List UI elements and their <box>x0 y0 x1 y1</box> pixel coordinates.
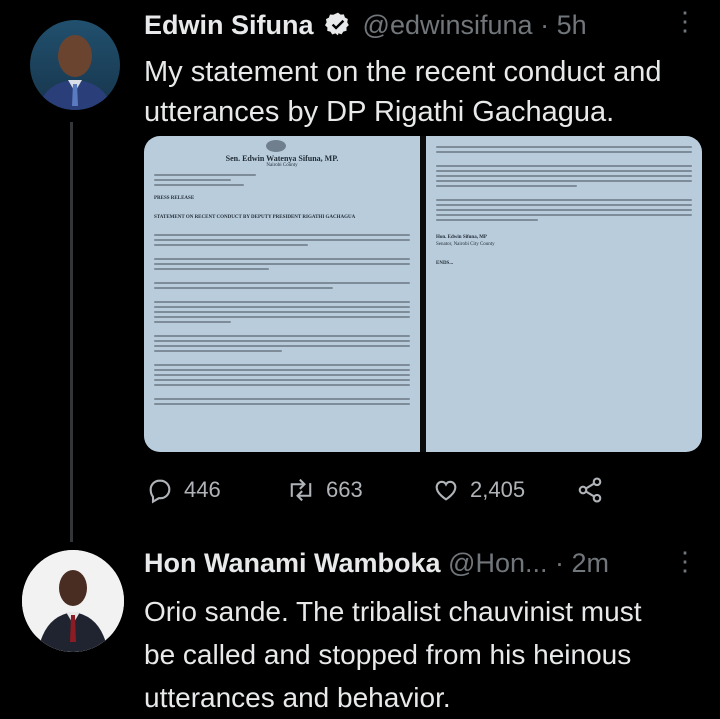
more-icon[interactable]: ⋮ <box>672 6 698 37</box>
reply-button[interactable]: 446 <box>146 476 221 504</box>
author-handle[interactable]: @edwinsifuna <box>363 10 533 40</box>
avatar-wanami-wamboka[interactable] <box>22 550 124 652</box>
author-name[interactable]: Edwin Sifuna <box>144 10 314 40</box>
tweet-time[interactable]: · 5h <box>540 10 587 40</box>
thread-line <box>70 122 73 542</box>
retweet-count: 663 <box>326 477 363 502</box>
coat-of-arms-icon <box>266 140 286 152</box>
doc-statement-title: STATEMENT ON RECENT CONDUCT BY DEPUTY PR… <box>154 215 356 220</box>
more-icon[interactable]: ⋮ <box>672 546 698 577</box>
avatar-edwin-sifuna[interactable] <box>30 20 120 110</box>
tweet2-text-line: be called and stopped from his heinous <box>144 639 632 670</box>
tweet1-header: Edwin Sifuna @edwinsifuna · 5h <box>144 10 587 41</box>
document-page-1: Sen. Edwin Watenya Sifuna, MP. Nairobi C… <box>144 136 420 452</box>
author-handle[interactable]: @Hon... <box>448 548 547 578</box>
doc-sender: Sen. Edwin Watenya Sifuna, MP. <box>225 154 339 163</box>
verified-icon <box>325 11 351 37</box>
reply-icon <box>146 476 174 504</box>
tweet1-actions: 446 663 2,405 <box>144 476 704 506</box>
tweet2-text: Orio sande. The tribalist chauvinist mus… <box>144 590 641 719</box>
tweet2-header: Hon Wanami Wamboka @Hon... · 2m <box>144 548 609 579</box>
doc-county: Nairobi County <box>266 163 298 168</box>
doc-ends: ENDS... <box>436 261 454 266</box>
share-button[interactable] <box>576 476 604 504</box>
like-count: 2,405 <box>470 477 526 502</box>
author-name[interactable]: Hon Wanami Wamboka <box>144 548 441 578</box>
retweet-button[interactable]: 663 <box>286 476 363 504</box>
tweet2-text-line: Orio sande. The tribalist chauvinist mus… <box>144 596 642 627</box>
document-page-2: Hon. Edwin Sifuna, MP Senator, Nairobi C… <box>426 136 702 452</box>
tweet-time[interactable]: · 2m <box>555 548 609 578</box>
like-button[interactable]: 2,405 <box>432 476 525 504</box>
retweet-icon <box>286 476 316 504</box>
share-icon <box>576 476 604 504</box>
doc-signature: Hon. Edwin Sifuna, MP <box>436 235 487 240</box>
tweet1-media[interactable]: Sen. Edwin Watenya Sifuna, MP. Nairobi C… <box>144 136 702 452</box>
doc-signature-role: Senator, Nairobi City County <box>436 242 495 247</box>
reply-count: 446 <box>184 477 221 502</box>
like-icon <box>432 476 460 504</box>
tweet2-text-line: utterances and behavior. <box>144 682 451 713</box>
tweet1-text: My statement on the recent conduct and u… <box>144 56 662 128</box>
doc-heading: PRESS RELEASE <box>154 196 195 201</box>
